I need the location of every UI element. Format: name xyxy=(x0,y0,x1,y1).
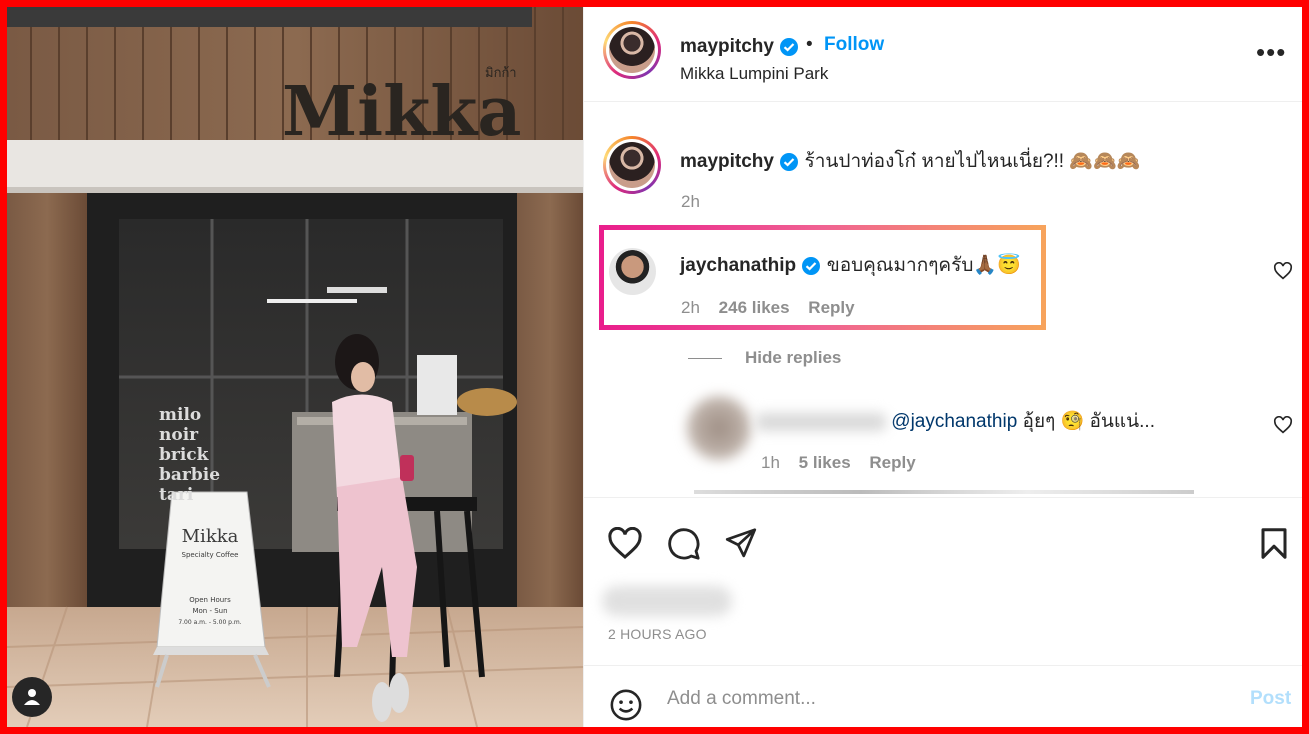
comment-bubble-icon[interactable] xyxy=(666,527,702,561)
verified-badge-icon xyxy=(780,37,799,56)
verified-badge-icon xyxy=(780,152,799,171)
screenshot-frame: Mikka มิกก้า milo noir brick barbie tari… xyxy=(7,7,1302,727)
shop-sign-text: Mikka xyxy=(282,72,521,152)
reply-mention[interactable]: @jaychanathip xyxy=(891,411,1017,432)
board-days: Mon - Sun xyxy=(192,607,227,615)
caption-username[interactable]: maypitchy xyxy=(680,151,774,172)
board-hours-label: Open Hours xyxy=(189,596,231,604)
caption-text: ร้านปาท่องโก๋ หายไปไหนเนี่ย?!! 🙈🙈🙈 xyxy=(804,151,1141,172)
comment-time[interactable]: 2h xyxy=(681,298,700,317)
comment-likes[interactable]: 246 likes xyxy=(719,298,790,317)
board-time: 7.00 a.m. - 5.00 p.m. xyxy=(178,619,241,626)
author-username[interactable]: maypitchy xyxy=(680,36,774,57)
reply-row: @jaychanathip อุ้ยๆ 🧐 อันแน่... xyxy=(756,406,1155,436)
post-timestamp[interactable]: 2 HOURS AGO xyxy=(608,626,707,642)
more-options-icon[interactable]: ••• xyxy=(1256,37,1286,68)
reply-text: อุ้ยๆ 🧐 อันแน่... xyxy=(1022,411,1155,432)
post-comment-button[interactable]: Post xyxy=(1250,688,1291,710)
comment-avatar[interactable] xyxy=(609,248,656,295)
menu-line-4: barbie xyxy=(159,465,220,485)
reply-meta: 1h 5 likes Reply xyxy=(761,453,916,473)
post-side-panel: maypitchy • Follow Mikka Lumpini Park ••… xyxy=(583,7,1302,727)
comment-reply-button[interactable]: Reply xyxy=(808,298,854,317)
menu-line-3: brick xyxy=(159,445,210,465)
hide-replies-button[interactable]: Hide replies xyxy=(745,348,841,368)
author-avatar[interactable] xyxy=(603,21,661,79)
hide-replies-line xyxy=(688,358,722,359)
reply-avatar[interactable] xyxy=(687,396,751,460)
like-heart-icon[interactable] xyxy=(607,527,643,560)
share-paper-plane-icon[interactable] xyxy=(724,527,758,560)
comment-row: jaychanathip ขอบคุณมากๆครับ🙏🏾😇 xyxy=(680,250,1021,280)
add-comment-bar: Add a comment... Post xyxy=(584,665,1302,727)
cut-off-comment xyxy=(694,490,1194,494)
follow-button[interactable]: Follow xyxy=(824,34,884,56)
author-username-row: maypitchy xyxy=(680,36,799,58)
menu-line-2: noir xyxy=(159,425,199,445)
post-header: maypitchy • Follow Mikka Lumpini Park ••… xyxy=(584,7,1302,102)
header-separator: • xyxy=(806,34,813,55)
tagged-users-button[interactable] xyxy=(12,677,52,717)
caption-time: 2h xyxy=(681,192,700,211)
liked-by-blurred[interactable] xyxy=(602,586,732,616)
shop-sign-small-text: มิกก้า xyxy=(485,66,517,81)
comment-username[interactable]: jaychanathip xyxy=(680,255,796,276)
comments-list: maypitchy ร้านปาท่องโก๋ หายไปไหนเนี่ย?!!… xyxy=(584,102,1302,497)
caption-avatar[interactable] xyxy=(603,136,661,194)
reply-time[interactable]: 1h xyxy=(761,453,780,472)
post-actions: 2 HOURS AGO xyxy=(584,497,1302,666)
user-icon xyxy=(24,689,40,705)
board-subtitle: Specialty Coffee xyxy=(182,551,239,559)
save-bookmark-icon[interactable] xyxy=(1259,527,1289,560)
comment-text: ขอบคุณมากๆครับ🙏🏾😇 xyxy=(826,255,1021,276)
emoji-icon[interactable] xyxy=(609,688,643,722)
comment-input[interactable]: Add a comment... xyxy=(667,688,816,710)
post-location[interactable]: Mikka Lumpini Park xyxy=(680,64,828,84)
comment-meta: 2h 246 likes Reply xyxy=(681,298,855,318)
comment-like-heart-icon[interactable] xyxy=(1273,262,1293,280)
menu-line-5: tari xyxy=(159,485,194,505)
reply-like-heart-icon[interactable] xyxy=(1273,416,1293,434)
post-photo[interactable]: Mikka มิกก้า milo noir brick barbie tari… xyxy=(7,7,583,727)
caption-row: maypitchy ร้านปาท่องโก๋ หายไปไหนเนี่ย?!!… xyxy=(680,146,1140,176)
verified-badge-icon xyxy=(802,256,821,275)
reply-reply-button[interactable]: Reply xyxy=(869,453,915,472)
board-title: Mikka xyxy=(182,526,239,547)
reply-likes[interactable]: 5 likes xyxy=(799,453,851,472)
reply-username-blurred[interactable] xyxy=(756,412,886,431)
menu-line-1: milo xyxy=(159,405,201,425)
